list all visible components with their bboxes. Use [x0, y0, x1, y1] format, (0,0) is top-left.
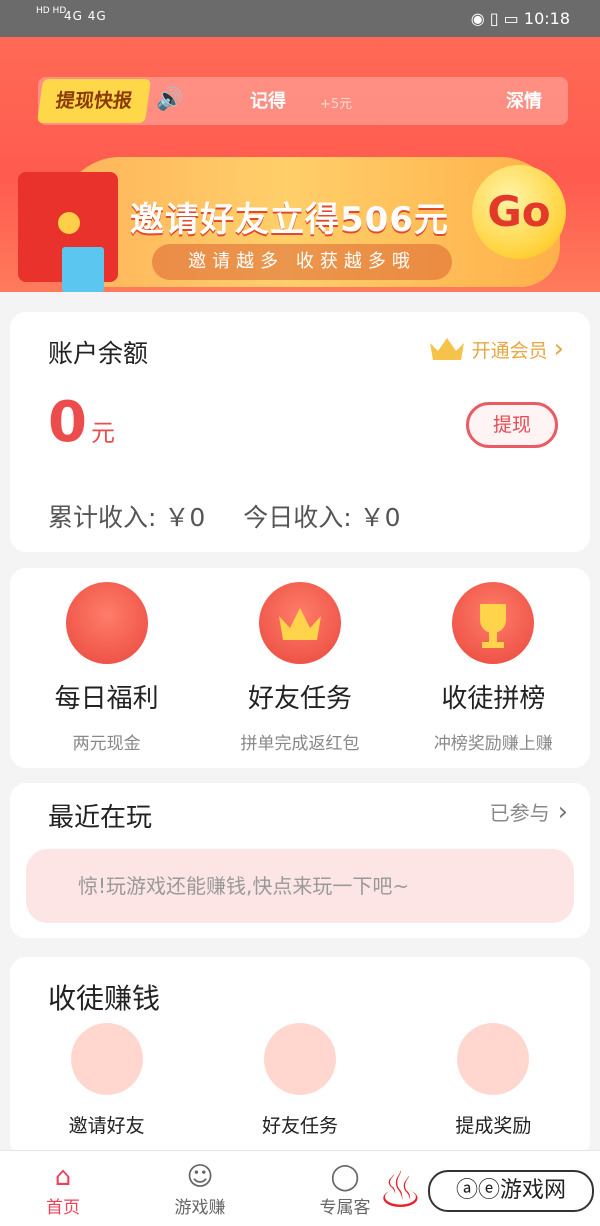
crown-icon — [429, 338, 464, 360]
feature-title: 每日福利 — [54, 684, 159, 714]
feature-subtitle: 两元现金 — [72, 734, 141, 754]
vip-link[interactable]: 开通会员 › — [428, 334, 564, 364]
account-title: 账户余额 — [48, 339, 149, 368]
recent-title: 最近在玩 — [48, 803, 153, 833]
earn-item-title: 邀请好友 — [68, 1115, 145, 1137]
total-income: 累计收入: ￥0 — [48, 503, 206, 532]
signal-indicator: 4G 4G — [64, 9, 107, 23]
vip-label: 开通会员 — [471, 339, 548, 362]
tab-game-earn[interactable]: ☺ 游戏赚 — [145, 1161, 255, 1218]
withdraw-button[interactable]: 提现 — [466, 402, 558, 448]
tab-home[interactable]: ⌂ 首页 — [8, 1161, 118, 1218]
balance-amount: 0元 — [48, 390, 115, 466]
invite-people-icon — [70, 1023, 143, 1095]
earn-item-title: 好友任务 — [261, 1115, 338, 1137]
flash-news-tag: 提现快报 — [36, 79, 152, 123]
tab-label: 首页 — [46, 1198, 80, 1218]
recent-card: 最近在玩 已参与 › 惊!玩游戏还能赚钱,快点来玩一下吧~ — [10, 783, 590, 938]
flame-logo-icon: ♨ — [378, 1161, 423, 1219]
earn-item-title: 提成奖励 — [455, 1115, 532, 1137]
feature-subtitle: 冲榜奖励赚上赚 — [433, 734, 553, 754]
watermark: ♨ ⓐⓔ游戏网 — [378, 1158, 596, 1222]
account-card: 账户余额 开通会员 › 0元 提现 累计收入: ￥0 今日收入: ￥0 — [10, 312, 590, 552]
invite-banner[interactable]: 提现快报 🔊 记得 +5元 深情 邀请好友立得506元 邀请越多 收获越多哦 G… — [0, 37, 600, 292]
trophy-icon — [452, 582, 535, 664]
today-income: 今日收入: ￥0 — [243, 503, 401, 532]
earn-invite-friend[interactable]: 邀请好友 — [10, 1023, 203, 1138]
clock: 10:18 — [523, 9, 570, 28]
status-right: ◉ ▯ ▭ 10:18 — [471, 9, 570, 28]
tab-label: 专属客 — [319, 1198, 371, 1218]
flash-user-name: 记得 — [250, 91, 286, 112]
tab-label: 游戏赚 — [174, 1198, 226, 1218]
earn-friend-task[interactable]: 好友任务 — [203, 1023, 396, 1138]
earn-title: 收徒赚钱 — [48, 982, 161, 1015]
income-row: 累计收入: ￥0 今日收入: ￥0 — [48, 498, 431, 534]
go-button[interactable]: Go — [472, 165, 566, 259]
flash-amount: +5元 — [320, 97, 353, 112]
vibrate-icon: ▯ — [489, 9, 499, 28]
eye-icon: ◉ — [470, 9, 485, 28]
status-bar: HD HD 4G 4G ◉ ▯ ▭ 10:18 — [0, 0, 600, 37]
game-icon: ☺ — [186, 1162, 214, 1192]
flash-user-name-2: 深情 — [506, 91, 542, 112]
chevron-right-icon: › — [557, 797, 568, 827]
earn-commission[interactable]: 提成奖励 — [397, 1023, 590, 1138]
hd-badges: HD HD — [36, 6, 67, 16]
recent-empty-tip: 惊!玩游戏还能赚钱,快点来玩一下吧~ — [26, 849, 574, 923]
gift-box-icon — [62, 247, 104, 292]
features-card: 每日福利 两元现金 好友任务 拼单完成返红包 收徒拼榜 冲榜奖励赚上赚 — [10, 568, 590, 768]
balance-unit: 元 — [90, 419, 115, 447]
home-icon: ⌂ — [54, 1162, 72, 1192]
crown-icon — [258, 582, 341, 664]
battery-icon: ▭ — [503, 9, 519, 28]
feature-subtitle: 拼单完成返红包 — [240, 734, 360, 754]
balance-value: 0 — [48, 390, 87, 455]
earn-card: 收徒赚钱 邀请好友 好友任务 提成奖励 — [10, 957, 590, 1157]
feature-daily-welfare[interactable]: 每日福利 两元现金 — [10, 582, 203, 754]
joined-label: 已参与 — [489, 801, 550, 825]
money-stack-icon — [457, 1023, 530, 1095]
watermark-text: ⓐⓔ游戏网 — [428, 1170, 594, 1212]
task-list-icon — [263, 1023, 336, 1095]
invite-title: 邀请好友立得506元 — [130, 200, 449, 240]
feature-title: 好友任务 — [247, 684, 352, 714]
speaker-icon: 🔊 — [156, 87, 184, 112]
red-packet-icon — [65, 582, 148, 664]
feature-ranking[interactable]: 收徒拼榜 冲榜奖励赚上赚 — [397, 582, 590, 754]
invite-subtitle: 邀请越多 收获越多哦 — [152, 244, 452, 280]
joined-link[interactable]: 已参与 › — [490, 797, 568, 827]
feature-title: 收徒拼榜 — [441, 684, 546, 714]
feature-friend-task[interactable]: 好友任务 拼单完成返红包 — [203, 582, 396, 754]
chevron-right-icon: › — [553, 334, 564, 364]
